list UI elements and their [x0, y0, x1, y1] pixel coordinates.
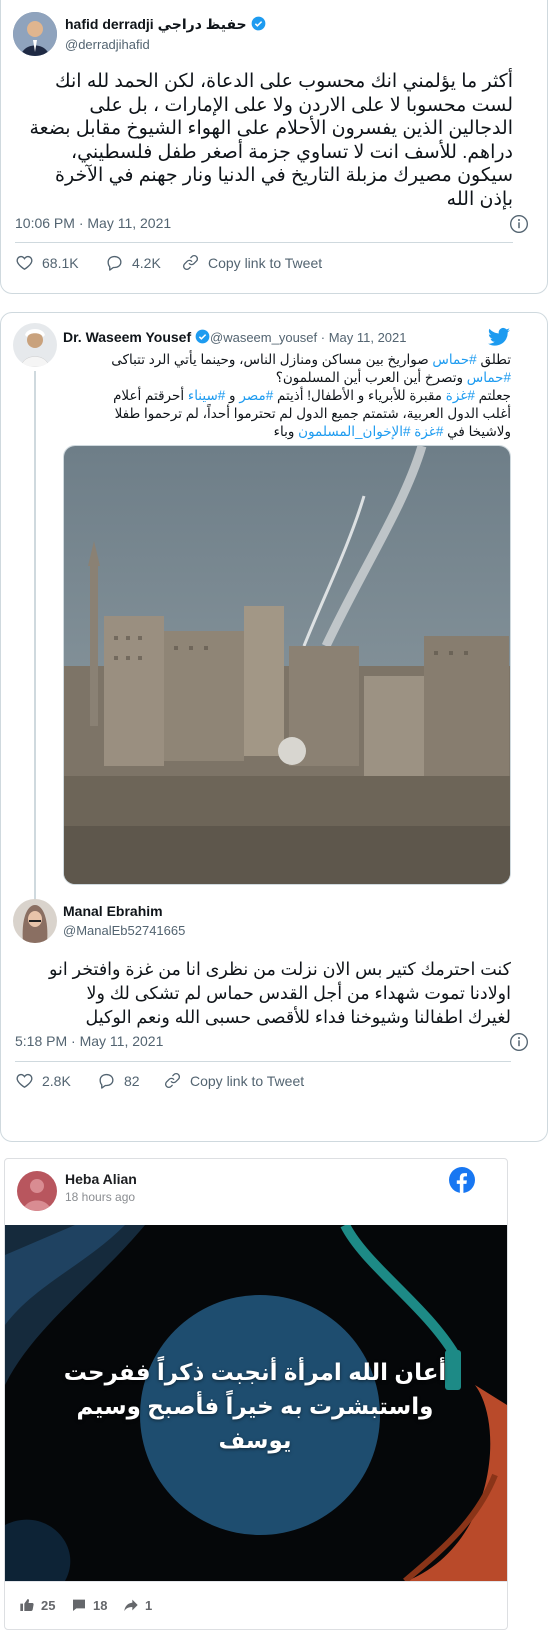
fb-share-count: 1 [145, 1597, 153, 1613]
link-icon [182, 254, 199, 271]
twitter-bird-icon[interactable] [487, 325, 511, 349]
quoted-line: ولاشيخا في #غزة #الإخوان_المسلمون وباء [273, 424, 511, 439]
tweet-line: لست محسوبا لا على الاردن ولا على الإمارا… [89, 94, 513, 116]
caption-line: أعان الله امرأة أنجبت ذكراً ففرحت [63, 1359, 447, 1385]
info-icon[interactable] [509, 1032, 529, 1052]
reply-action[interactable]: 4.2K [105, 253, 161, 272]
reply-count: 4.2K [132, 254, 161, 271]
avatar-manal[interactable] [13, 899, 57, 943]
link-icon [164, 1072, 181, 1089]
hashtag-link[interactable]: #حماس [432, 352, 476, 367]
tweet-line: الدجالين الذين يفسرون الأحلام على الهواء… [29, 118, 513, 139]
tweet-line: أكثر ما يؤلمني انك محسوب على الدعاة، لكن… [54, 71, 513, 92]
tweet-photo[interactable] [63, 445, 511, 885]
info-icon[interactable] [509, 214, 529, 234]
reply-icon [99, 1073, 114, 1089]
tweet-card-manal: Dr. Waseem Yousef @waseem_yousef · May 1… [0, 312, 548, 1142]
fb-like-count: 25 [41, 1597, 56, 1613]
quoted-handle-date[interactable]: @waseem_yousef · May 11, 2021 [210, 330, 407, 345]
avatar-heba[interactable] [17, 1171, 57, 1211]
copy-link-label: Copy link to Tweet [190, 1072, 305, 1089]
tweet-body: أكثر ما يؤلمني انك محسوب على الدعاة، لكن… [15, 70, 513, 211]
heart-icon [16, 1073, 33, 1089]
tweet-body: كنت احترمك كتير بس الان نزلت من نظرى انا… [15, 957, 511, 1029]
hashtag-link[interactable]: #غزة [446, 388, 475, 403]
verified-badge-icon [251, 16, 265, 31]
reply-icon [107, 255, 122, 271]
author-handle[interactable]: @ManalEb52741665 [63, 923, 185, 938]
divider [15, 1061, 511, 1062]
quoted-line: جعلتم #غزة مقبرة للأبرياء و الأطفال! أذي… [113, 388, 511, 403]
thumbs-up-icon [20, 1599, 34, 1611]
hashtag-link[interactable]: #الإخوان_المسلمون [298, 424, 410, 439]
like-action[interactable]: 68.1K [15, 253, 79, 272]
tweet-timestamp[interactable]: 5:18 PM · May 11, 2021 [15, 1033, 163, 1049]
fb-comment-stat[interactable]: 18 [71, 1597, 107, 1613]
quoted-author-name[interactable]: Dr. Waseem Yousef [63, 329, 210, 345]
quoted-line: #حماس وتصرخ أين العرب أين المسلمون؟ [275, 370, 511, 385]
fb-post-time[interactable]: 18 hours ago [65, 1190, 135, 1204]
fb-image-caption: أعان الله امرأة أنجبت ذكراً ففرحت واستبش… [45, 1355, 465, 1457]
verified-badge-icon [195, 329, 210, 344]
tweet-line: بإذن الله [446, 188, 513, 210]
divider [15, 242, 513, 243]
reply-action[interactable]: 82 [97, 1071, 140, 1090]
author-name[interactable]: hafid derradji حفيظ دراجي [65, 16, 266, 33]
tweet-line: كنت احترمك كتير بس الان نزلت من نظرى انا… [48, 959, 511, 979]
fb-like-stat[interactable]: 25 [19, 1597, 55, 1613]
tweet-line: لغيرك اطفالنا وشيوخنا فداء للأقصى حسبى ا… [85, 1007, 511, 1027]
hashtag-link[interactable]: #سيناء [188, 388, 225, 403]
hashtag-link[interactable]: #غزة [414, 424, 443, 439]
quoted-line: أغلب الدول العربية، شتمتم جميع الدول لم … [114, 406, 511, 421]
facebook-logo-icon[interactable] [449, 1167, 475, 1193]
tweet-line: سيكون مصيرك مزبلة التاريخ في الدنيا ونار… [55, 165, 513, 186]
like-action[interactable]: 2.8K [15, 1071, 71, 1090]
hashtag-link[interactable]: #حماس [467, 370, 511, 385]
hashtag-link[interactable]: #مصر [239, 388, 273, 403]
fb-share-stat[interactable]: 1 [123, 1597, 152, 1613]
fb-comment-count: 18 [93, 1597, 108, 1613]
like-count: 68.1K [42, 254, 79, 271]
avatar-waseem[interactable] [13, 323, 57, 367]
tweet-timestamp[interactable]: 10:06 PM · May 11, 2021 [15, 215, 171, 231]
tweet-line: اولادنا تموت شهداء من أجل القدس حماس لم … [86, 983, 512, 1003]
like-count: 2.8K [42, 1072, 71, 1089]
tweet-line: دراهم. للأسف انت لا تساوي جزمة أصغر طفل … [70, 141, 513, 163]
comment-icon [73, 1599, 85, 1611]
tweet-card-derradji: hafid derradji حفيظ دراجي @derradjihafid… [0, 0, 548, 294]
share-arrow-icon [124, 1599, 138, 1611]
author-name[interactable]: Manal Ebrahim [63, 903, 163, 919]
facebook-post-card: Heba Alian 18 hours ago أعان الله امرأة … [4, 1158, 508, 1630]
heart-icon [16, 255, 33, 271]
copy-link-label: Copy link to Tweet [208, 254, 323, 271]
fb-author-name[interactable]: Heba Alian [65, 1171, 137, 1187]
reply-count: 82 [124, 1072, 140, 1089]
copy-link-action[interactable]: Copy link to Tweet [163, 1071, 304, 1090]
caption-line: واستبشرت به خيراً فأصبح وسيم يوسف [76, 1393, 434, 1453]
avatar-derradji[interactable] [13, 12, 57, 56]
fb-post-image[interactable]: أعان الله امرأة أنجبت ذكراً ففرحت واستبش… [5, 1225, 507, 1581]
author-handle[interactable]: @derradjihafid [65, 37, 150, 52]
quoted-tweet-body: تطلق #حماس صواريخ بين مساكن ومنازل الناس… [63, 351, 511, 441]
thread-connector [34, 371, 36, 901]
copy-link-action[interactable]: Copy link to Tweet [181, 253, 322, 272]
divider [5, 1581, 507, 1582]
quoted-line: تطلق #حماس صواريخ بين مساكن ومنازل الناس… [111, 352, 511, 367]
